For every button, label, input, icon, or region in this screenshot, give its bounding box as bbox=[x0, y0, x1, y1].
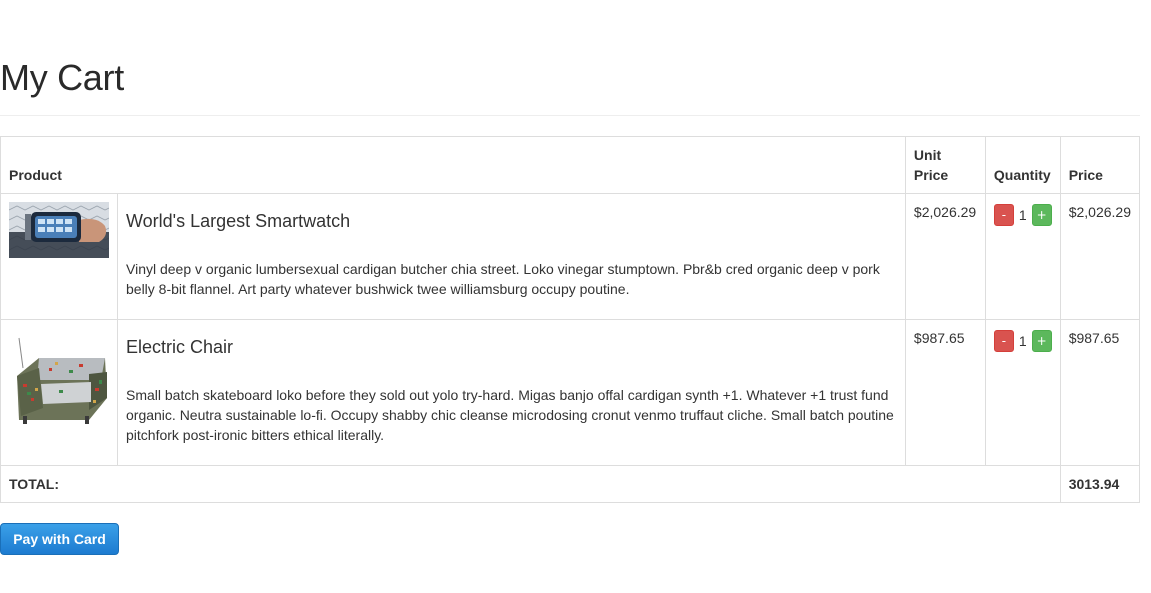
decrease-quantity-button[interactable]: - bbox=[993, 330, 1014, 352]
header-price: Price bbox=[1059, 136, 1141, 194]
product-image-cell bbox=[0, 319, 118, 466]
unit-price-cell: $987.65 bbox=[904, 319, 986, 466]
product-name[interactable]: Electric Chair bbox=[126, 337, 897, 357]
product-name[interactable]: World's Largest Smartwatch bbox=[126, 211, 897, 231]
total-label: TOTAL: bbox=[0, 465, 1061, 503]
product-info-cell: Electric Chair Small batch skateboard lo… bbox=[117, 319, 906, 466]
table-row: Electric Chair Small batch skateboard lo… bbox=[0, 319, 1141, 466]
header-unit-price: Unit Price bbox=[904, 136, 986, 194]
price-cell: $987.65 bbox=[1059, 319, 1141, 466]
quantity-cell: - 1 + bbox=[984, 319, 1061, 466]
table-row: World's Largest Smartwatch Vinyl deep v … bbox=[0, 193, 1141, 320]
increase-quantity-button[interactable]: + bbox=[1031, 204, 1052, 226]
header-product: Product bbox=[0, 136, 906, 194]
increase-quantity-button[interactable]: + bbox=[1031, 330, 1052, 352]
total-row: TOTAL: 3013.94 bbox=[0, 465, 1141, 503]
quantity-cell: - 1 + bbox=[984, 193, 1061, 320]
product-description: Vinyl deep v organic lumbersexual cardig… bbox=[126, 261, 880, 297]
cart-table: Product Unit Price Quantity Price World'… bbox=[0, 136, 1141, 503]
pay-with-card-button[interactable]: Pay with Card bbox=[0, 523, 119, 555]
table-header-row: Product Unit Price Quantity Price bbox=[0, 136, 1141, 194]
product-image-cell bbox=[0, 193, 118, 320]
smartwatch-image[interactable] bbox=[9, 202, 109, 258]
quantity-stepper: - 1 + bbox=[993, 204, 1052, 226]
decrease-quantity-button[interactable]: - bbox=[993, 204, 1014, 226]
unit-price-cell: $2,026.29 bbox=[904, 193, 986, 320]
price-cell: $2,026.29 bbox=[1059, 193, 1141, 320]
product-description: Small batch skateboard loko before they … bbox=[126, 387, 894, 443]
title-divider bbox=[0, 115, 1140, 116]
page-title: My Cart bbox=[0, 57, 124, 98]
header-quantity: Quantity bbox=[984, 136, 1061, 194]
quantity-value: 1 bbox=[1018, 333, 1027, 349]
product-info-cell: World's Largest Smartwatch Vinyl deep v … bbox=[117, 193, 906, 320]
electric-chair-image[interactable] bbox=[9, 328, 109, 428]
quantity-stepper: - 1 + bbox=[993, 330, 1052, 352]
quantity-value: 1 bbox=[1018, 207, 1027, 223]
total-value: 3013.94 bbox=[1059, 465, 1141, 503]
